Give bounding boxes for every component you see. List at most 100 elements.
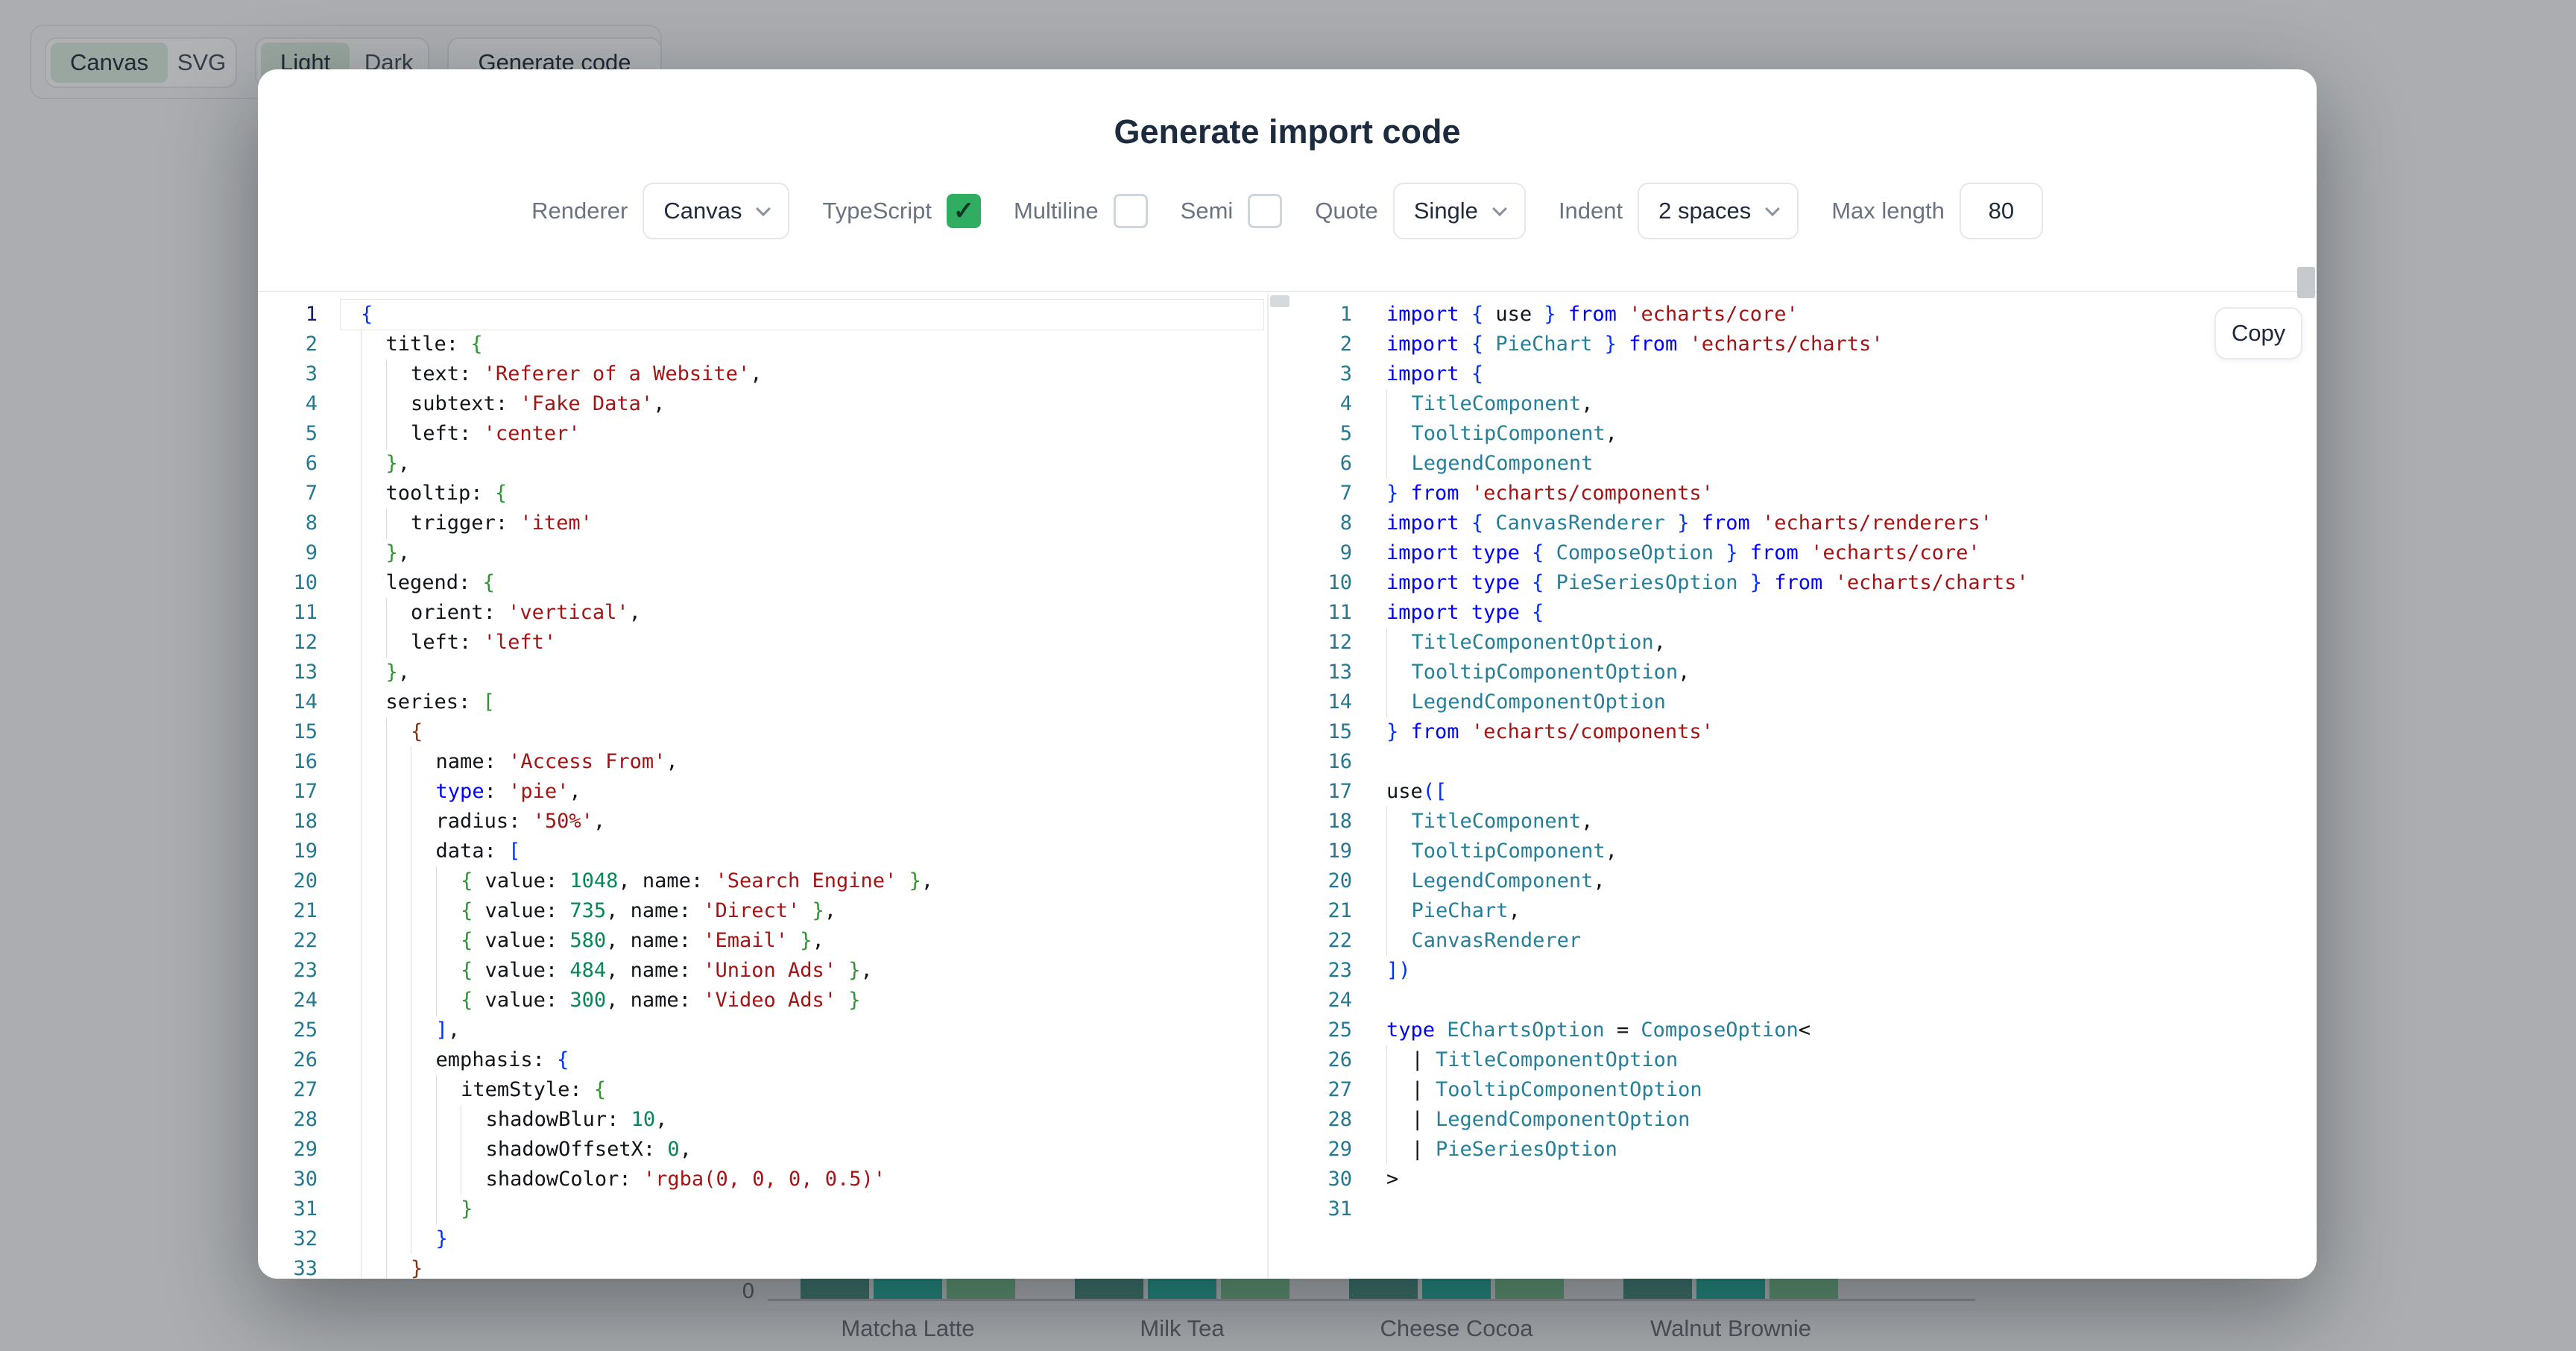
code-line: 22 CanvasRenderer [1269,926,2317,956]
line-number: 2 [1269,330,1352,359]
code-line: 12 TitleComponentOption, [1269,628,2317,658]
max-length-input[interactable] [1960,183,2043,239]
code-line: 11 orient: 'vertical', [258,598,1267,628]
check-icon: ✓ [953,196,975,226]
line-number: 11 [1269,598,1352,628]
code-line: 26 | TitleComponentOption [1269,1045,2317,1075]
code-line: 18 TitleComponent, [1269,807,2317,837]
line-number: 25 [258,1015,318,1045]
line-number: 14 [258,687,318,717]
line-number: 25 [1269,1015,1352,1045]
code-line: 30 shadowColor: 'rgba(0, 0, 0, 0.5)' [258,1165,1267,1194]
code-line: 21 PieChart, [1269,896,2317,926]
line-number: 6 [1269,449,1352,479]
line-number: 20 [1269,866,1352,896]
renderer-label: Renderer [531,198,628,224]
modal-title: Generate import code [258,113,2317,151]
code-line: 30> [1269,1165,2317,1194]
line-number: 26 [258,1045,318,1075]
code-line: 10import type { PieSeriesOption } from '… [1269,568,2317,598]
code-line: 19 TooltipComponent, [1269,837,2317,866]
line-number: 28 [258,1105,318,1135]
code-line: 29 shadowOffsetX: 0, [258,1135,1267,1165]
code-line: 31 } [258,1194,1267,1224]
code-line: 6 }, [258,449,1267,479]
code-line: 2 title: { [258,330,1267,359]
renderer-select[interactable]: Canvas [643,183,789,239]
line-number: 11 [258,598,318,628]
left-editor-scrollbar-thumb[interactable] [1270,295,1289,307]
line-number: 27 [1269,1075,1352,1105]
code-line: 29 | PieSeriesOption [1269,1135,2317,1165]
right-code-editor[interactable]: 1import { use } from 'echarts/core'2impo… [1267,294,2317,1279]
line-number: 16 [1269,747,1352,777]
indent-label: Indent [1559,198,1623,224]
semi-checkbox[interactable] [1248,194,1282,228]
code-line: 14 series: [ [258,687,1267,717]
line-number: 9 [1269,538,1352,568]
code-line: 2import { PieChart } from 'echarts/chart… [1269,330,2317,359]
line-number: 12 [1269,628,1352,658]
modal-scrollbar-thumb[interactable] [2297,267,2315,298]
max-length-label: Max length [1831,198,1945,224]
line-number: 27 [258,1075,318,1105]
code-line: 21 { value: 735, name: 'Direct' }, [258,896,1267,926]
code-line: 17use([ [1269,777,2317,807]
code-line: 25 ], [258,1015,1267,1045]
code-line: 1import { use } from 'echarts/core' [1269,300,2317,330]
code-line: 8import { CanvasRenderer } from 'echarts… [1269,508,2317,538]
line-number: 22 [1269,926,1352,956]
line-number: 8 [1269,508,1352,538]
code-line: 32 } [258,1224,1267,1254]
code-line: 27 itemStyle: { [258,1075,1267,1105]
code-line: 18 radius: '50%', [258,807,1267,837]
code-line: 5 TooltipComponent, [1269,419,2317,449]
line-number: 19 [258,837,318,866]
line-number: 15 [258,717,318,747]
line-number: 13 [1269,658,1352,687]
code-line: 7 tooltip: { [258,479,1267,508]
code-line: 8 trigger: 'item' [258,508,1267,538]
code-line: 24 [1269,986,2317,1015]
line-number: 31 [258,1194,318,1224]
code-line: 6 LegendComponent [1269,449,2317,479]
copy-button[interactable]: Copy [2214,307,2302,359]
line-number: 18 [258,807,318,837]
line-number: 5 [258,419,318,449]
code-line: 16 [1269,747,2317,777]
line-number: 16 [258,747,318,777]
line-number: 29 [1269,1135,1352,1165]
line-number: 9 [258,538,318,568]
code-line: 9 }, [258,538,1267,568]
code-line: 17 type: 'pie', [258,777,1267,807]
line-number: 19 [1269,837,1352,866]
line-number: 24 [258,986,318,1015]
line-number: 28 [1269,1105,1352,1135]
line-number: 4 [1269,389,1352,419]
line-number: 20 [258,866,318,896]
code-line: 4 TitleComponent, [1269,389,2317,419]
generate-import-code-modal: Generate import code Renderer Canvas Typ… [258,69,2317,1279]
indent-select[interactable]: 2 spaces [1638,183,1799,239]
left-code-editor[interactable]: 1{2 title: {3 text: 'Referer of a Websit… [258,294,1267,1279]
line-number: 23 [1269,956,1352,986]
line-number: 31 [1269,1194,1352,1224]
chevron-down-icon [757,201,771,216]
line-number: 10 [258,568,318,598]
code-line: 4 subtext: 'Fake Data', [258,389,1267,419]
quote-select-value: Single [1414,198,1478,224]
code-line: 13 TooltipComponentOption, [1269,658,2317,687]
line-number: 13 [258,658,318,687]
line-number: 5 [1269,419,1352,449]
quote-select[interactable]: Single [1393,183,1526,239]
code-line: 14 LegendComponentOption [1269,687,2317,717]
code-line: 24 { value: 300, name: 'Video Ads' } [258,986,1267,1015]
line-number: 15 [1269,717,1352,747]
line-number: 29 [258,1135,318,1165]
multiline-checkbox[interactable] [1114,194,1148,228]
line-number: 14 [1269,687,1352,717]
code-line: 26 emphasis: { [258,1045,1267,1075]
quote-label: Quote [1315,198,1377,224]
code-line: 28 shadowBlur: 10, [258,1105,1267,1135]
typescript-checkbox[interactable]: ✓ [947,194,981,228]
